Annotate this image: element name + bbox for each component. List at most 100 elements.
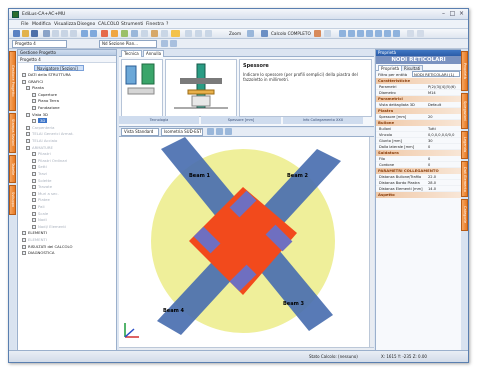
project-combo[interactable]: Progetto 4	[12, 40, 67, 48]
calc-complete-label[interactable]: Calcolo COMPLETO	[271, 31, 311, 36]
tree-node[interactable]: TELAI Acciaio	[26, 138, 57, 144]
navigator-root-node[interactable]: Navigatore [Sezioni]	[34, 65, 84, 71]
view-fit-icon[interactable]	[225, 128, 232, 135]
maximize-icon[interactable]: □	[448, 10, 457, 18]
menu-help[interactable]: ?	[166, 22, 168, 27]
tree-node[interactable]: Pilastri Ordinari	[32, 158, 67, 164]
entity-filter-combo[interactable]: NODI RETICOLARI (1)	[412, 71, 460, 77]
menu-file[interactable]: File	[21, 22, 29, 27]
render-icon-5[interactable]	[375, 30, 382, 37]
cut-icon[interactable]	[52, 30, 59, 37]
grid-icon[interactable]	[161, 30, 168, 37]
property-value[interactable]: Default	[428, 102, 441, 108]
render-icon-2[interactable]	[348, 30, 355, 37]
vtab-tabelle[interactable]: Tabelle	[9, 155, 16, 183]
property-value[interactable]: 20	[428, 114, 433, 120]
vtab-stampa-sezioni[interactable]: Stampa Sezioni	[9, 113, 16, 153]
tree-node[interactable]: Carpenteria	[26, 125, 54, 131]
tree-node[interactable]: DATI della STRUTTURA	[22, 72, 71, 78]
redo-icon[interactable]	[90, 30, 97, 37]
measure-icon[interactable]	[151, 30, 158, 37]
select-icon[interactable]	[111, 30, 118, 37]
calc-icon[interactable]	[261, 30, 268, 37]
tree-node[interactable]: TELAI Generici Armat.	[26, 131, 74, 137]
rotate-icon[interactable]	[131, 30, 138, 37]
3d-viewport[interactable]: Beam 1 Beam 2 Beam 3 Beam 4	[119, 137, 369, 347]
property-row[interactable]: Diametro M14	[376, 90, 461, 96]
save-icon[interactable]	[31, 30, 38, 37]
view-standard-combo[interactable]: Vista Standard	[121, 128, 159, 136]
section-prev-icon[interactable]	[161, 40, 168, 47]
property-row[interactable]: Distanza Elementi [mm] 14.0	[376, 186, 461, 192]
tree-node[interactable]: Solette	[32, 178, 51, 184]
project-panel-combo[interactable]: Progetto 4	[18, 56, 116, 63]
tree-node[interactable]: Pilastri	[32, 151, 51, 157]
property-value[interactable]: 14.0	[428, 186, 436, 192]
tree-node[interactable]: Pali	[32, 204, 45, 210]
tree-node[interactable]: Coperture	[32, 92, 57, 98]
viewport-vertical-scrollbar[interactable]	[369, 137, 374, 347]
menu-strumenti[interactable]: Strumenti	[121, 22, 143, 27]
tree-node[interactable]: Nodi/ Elementi	[32, 224, 66, 230]
zoom-window-icon[interactable]	[247, 30, 254, 37]
property-row[interactable]: Cordone 0	[376, 162, 461, 168]
view-rotate-icon[interactable]	[207, 128, 214, 135]
report-icon[interactable]	[314, 30, 321, 37]
tree-node[interactable]: Piano Terra	[32, 98, 59, 104]
move-icon[interactable]	[121, 30, 128, 37]
tree-node[interactable]: Scale	[32, 211, 48, 217]
section-next-icon[interactable]	[170, 40, 177, 47]
paste-icon[interactable]	[70, 30, 77, 37]
section-combo[interactable]: Nd Sezione Pian...	[99, 40, 157, 48]
zoom-label[interactable]: Zoom	[229, 31, 241, 36]
property-section-header[interactable]: Aspetto	[376, 192, 461, 198]
vtab-dati-elemento[interactable]: Dati Elemento	[461, 161, 468, 197]
view-pan-icon[interactable]	[216, 128, 223, 135]
undo-icon[interactable]	[81, 30, 88, 37]
vtab-gestione-progetto[interactable]: Gestione Progetto	[9, 51, 16, 111]
tree-node[interactable]: RISULTATI del CALCOLO	[22, 244, 73, 250]
vtab-sviluppo[interactable]: Sviluppo	[9, 185, 16, 215]
render-icon-3[interactable]	[357, 30, 364, 37]
tree-node[interactable]: GRAFICI	[22, 79, 43, 85]
tree-node[interactable]: Muri a sec.	[32, 191, 59, 197]
ortho-icon[interactable]	[205, 30, 212, 37]
tree-node[interactable]: Pianta	[26, 85, 44, 91]
tree-node[interactable]: Fondazione	[32, 105, 60, 111]
tree-node[interactable]: ARMATURE	[26, 145, 53, 151]
property-value[interactable]: M14	[428, 90, 436, 96]
tree-node[interactable]: Travi	[32, 171, 47, 177]
render-icon-7[interactable]	[393, 30, 400, 37]
view-icon[interactable]	[324, 30, 331, 37]
tree-node[interactable]: ELEMENTI	[22, 237, 47, 243]
help-icon[interactable]	[417, 30, 424, 37]
open-icon[interactable]	[22, 30, 29, 37]
isometric-view-combo[interactable]: Isometria SUD-EST	[161, 128, 203, 136]
tree-node[interactable]: DIAGNOSTICA	[22, 250, 54, 256]
menu-disegno[interactable]: Disegno	[77, 22, 95, 27]
property-value[interactable]: 0	[428, 144, 430, 150]
tree-node[interactable]: Nodi	[32, 217, 47, 223]
new-icon[interactable]	[13, 30, 20, 37]
tree-node[interactable]: Platee	[32, 197, 50, 203]
tree-node[interactable]: 3D	[32, 118, 48, 124]
delete-icon[interactable]	[101, 30, 108, 37]
render-icon-4[interactable]	[366, 30, 373, 37]
vtab-categorie[interactable]: Categorie	[461, 199, 468, 231]
options-icon[interactable]	[407, 30, 414, 37]
copy-icon[interactable]	[61, 30, 68, 37]
layers-icon[interactable]	[185, 30, 192, 37]
print-icon[interactable]	[43, 30, 50, 37]
vtab-legenda[interactable]: Legenda	[461, 131, 468, 159]
highlight-icon[interactable]	[171, 30, 180, 37]
vtab-spiegazioni[interactable]: Spiegazioni	[461, 93, 468, 129]
tree-node[interactable]: ELEMENTI	[22, 230, 47, 236]
vtab-proprieta[interactable]: Proprietà	[461, 51, 468, 91]
property-value[interactable]: 0	[428, 162, 430, 168]
property-row[interactable]: Dalla laterale [mm] 0	[376, 144, 461, 150]
tree-node[interactable]: Setti	[32, 164, 47, 170]
minimize-icon[interactable]: –	[439, 10, 448, 18]
connection-3d-drawing[interactable]: Beam 1 Beam 2 Beam 3 Beam 4	[119, 137, 369, 347]
render-icon-6[interactable]	[384, 30, 391, 37]
close-icon[interactable]: ×	[457, 10, 466, 18]
